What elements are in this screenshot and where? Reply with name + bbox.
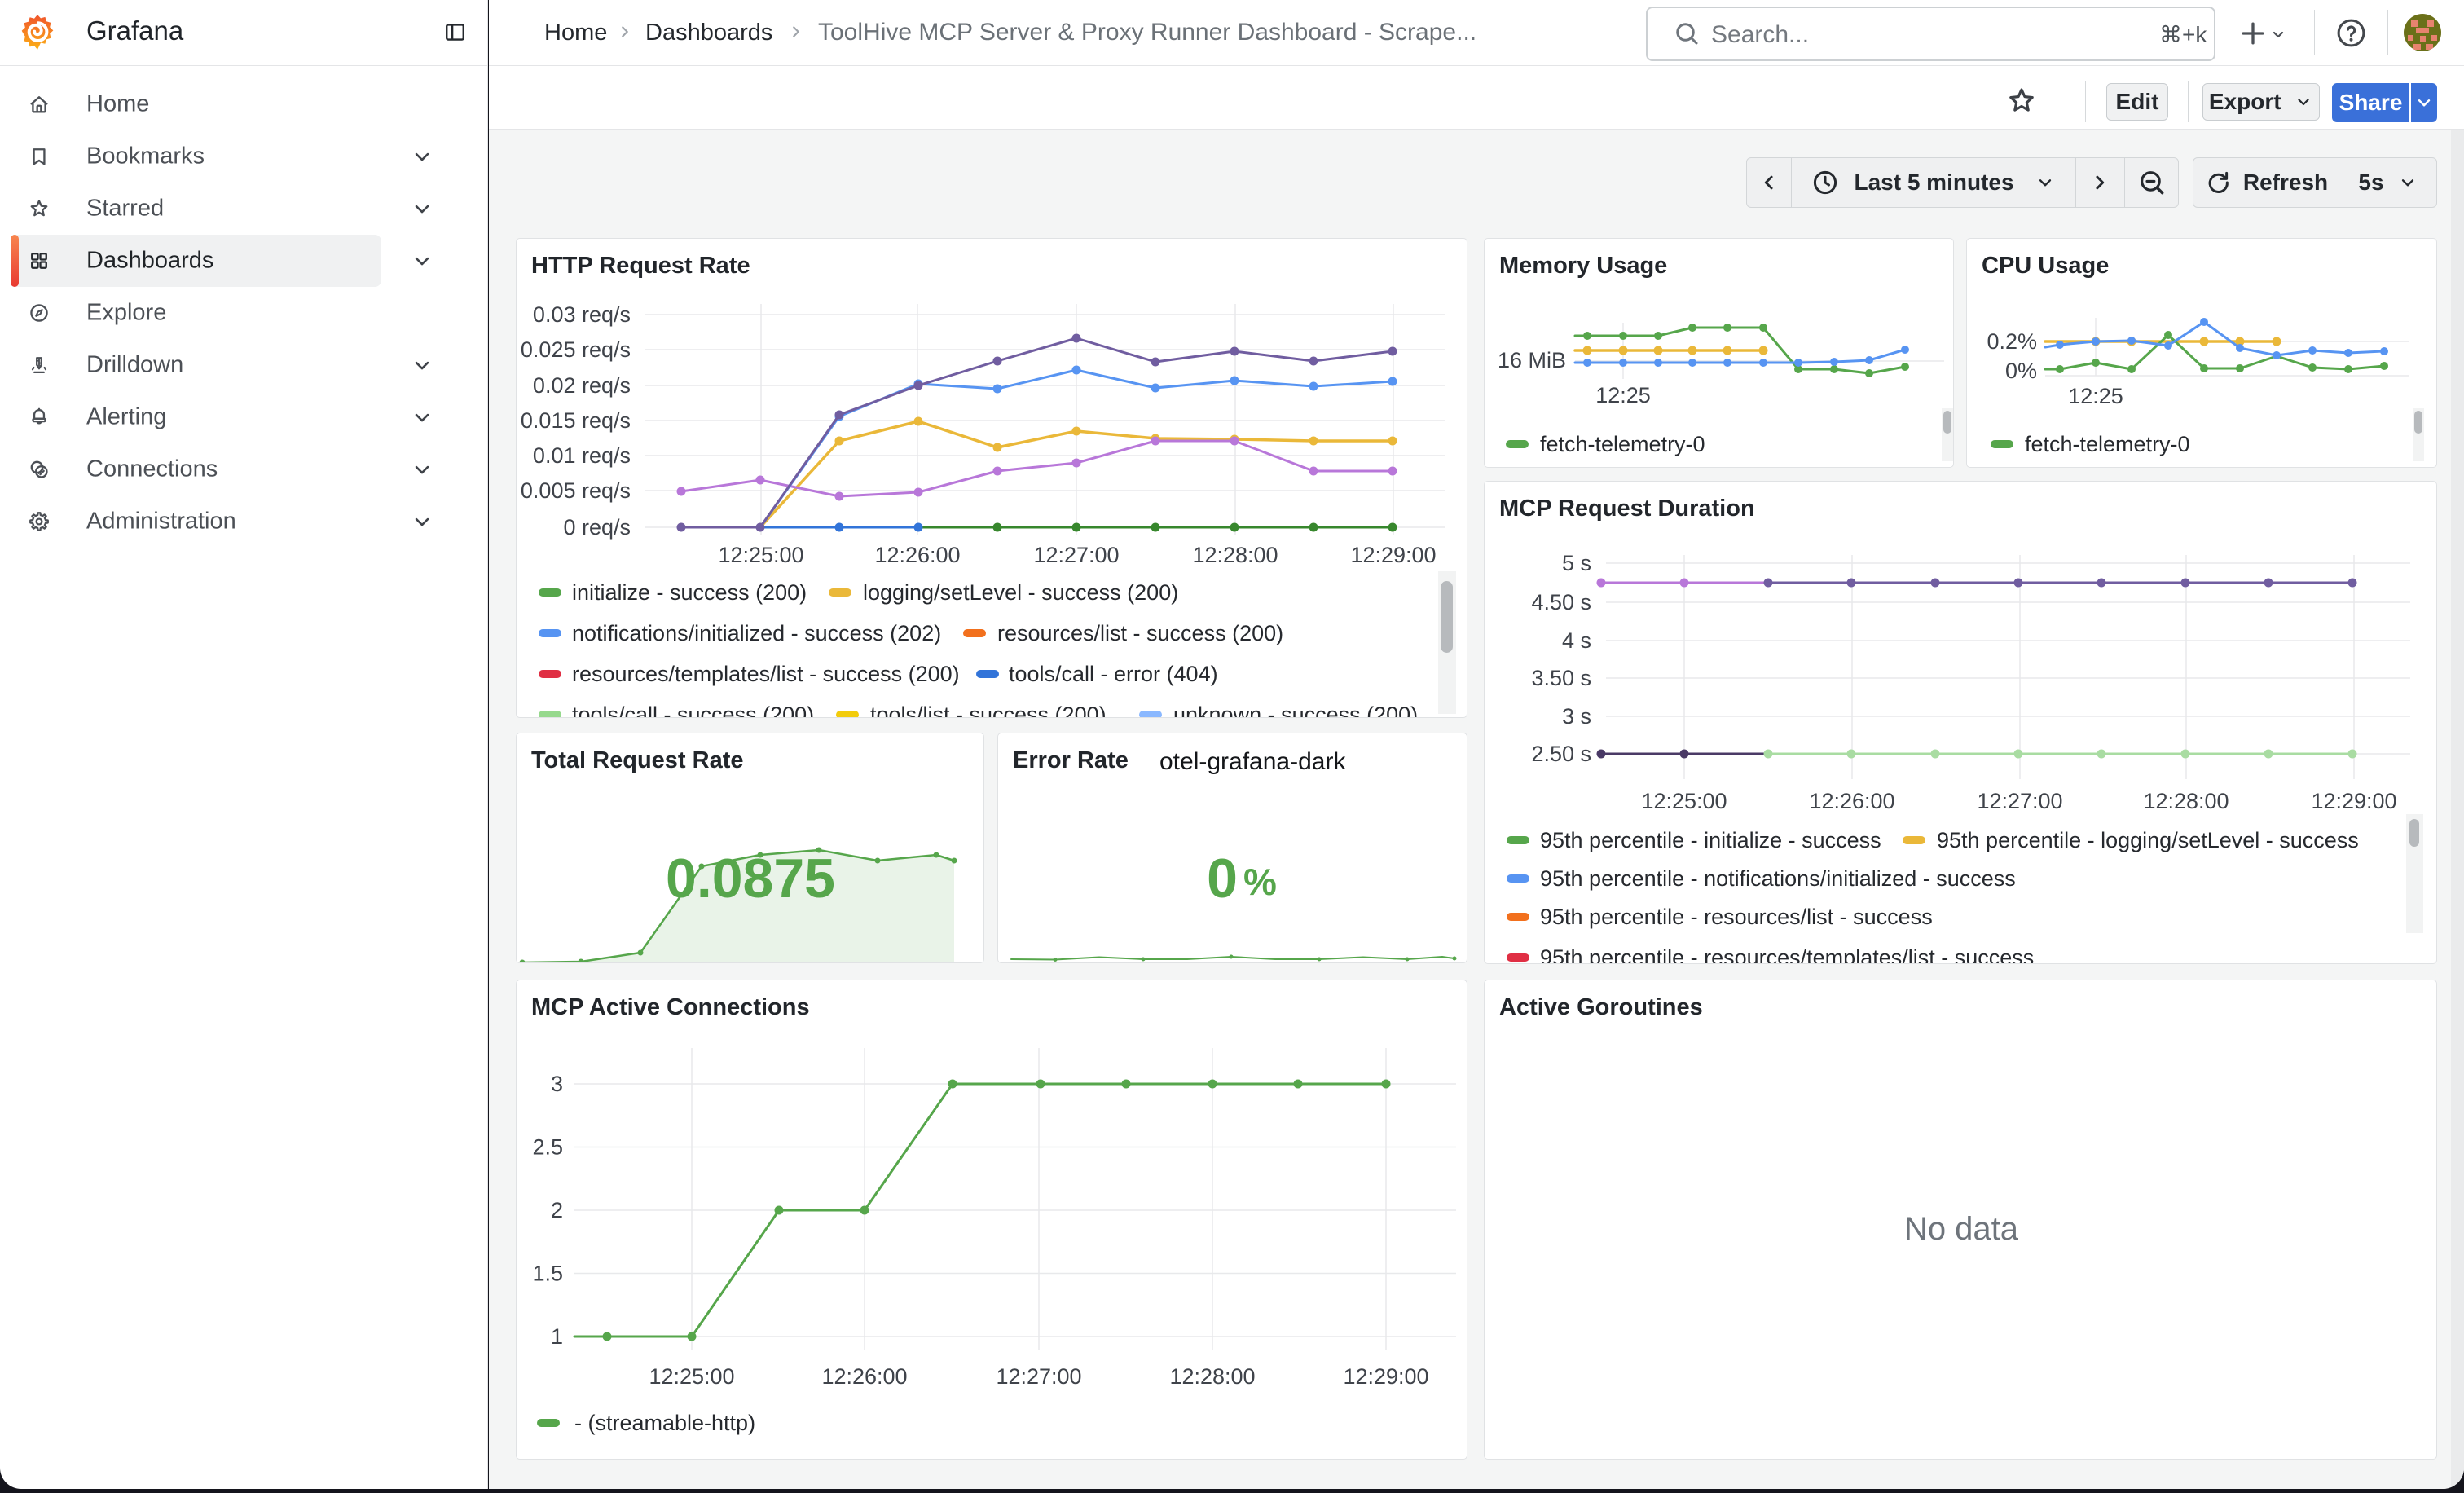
- svg-text:12:25:00: 12:25:00: [1641, 789, 1727, 813]
- svg-text:95th percentile - resources/te: 95th percentile - resources/templates/li…: [1540, 945, 2034, 963]
- svg-text:12:29:00: 12:29:00: [2311, 789, 2396, 813]
- svg-text:tools/list - success (200): tools/list - success (200): [870, 702, 1107, 717]
- svg-text:1: 1: [551, 1324, 563, 1349]
- svg-text:0.03 req/s: 0.03 req/s: [533, 302, 631, 327]
- svg-text:0.01 req/s: 0.01 req/s: [533, 443, 631, 468]
- svg-text:0: 0: [1207, 848, 1238, 909]
- svg-text:logging/setLevel - success (20: logging/setLevel - success (200): [863, 580, 1178, 605]
- svg-text:95th percentile - initialize -: 95th percentile - initialize - success: [1540, 828, 1881, 852]
- svg-text:95th percentile - notification: 95th percentile - notifications/initiali…: [1540, 866, 2016, 891]
- svg-text:5 s: 5 s: [1562, 551, 1591, 575]
- svg-text:0.015 req/s: 0.015 req/s: [521, 408, 631, 433]
- svg-text:12:28:00: 12:28:00: [1192, 543, 1278, 567]
- svg-text:3: 3: [551, 1072, 563, 1096]
- svg-text:notifications/initialized - su: notifications/initialized - success (202…: [572, 621, 941, 645]
- svg-text:4 s: 4 s: [1562, 628, 1591, 653]
- svg-text:resources/templates/list - suc: resources/templates/list - success (200): [572, 662, 960, 686]
- svg-text:12:26:00: 12:26:00: [1809, 789, 1894, 813]
- svg-text:0%: 0%: [2005, 359, 2037, 383]
- svg-text:12:25: 12:25: [2068, 384, 2123, 408]
- svg-text:12:25:00: 12:25:00: [649, 1364, 734, 1389]
- svg-text:0.2%: 0.2%: [1987, 329, 2037, 354]
- svg-text:12:28:00: 12:28:00: [2143, 789, 2229, 813]
- svg-text:12:29:00: 12:29:00: [1350, 543, 1436, 567]
- svg-text:16 MiB: 16 MiB: [1498, 348, 1566, 372]
- svg-text:2: 2: [551, 1198, 563, 1222]
- svg-text:4.50 s: 4.50 s: [1531, 590, 1591, 614]
- svg-text:12:27:00: 12:27:00: [1977, 789, 2062, 813]
- svg-text:%: %: [1243, 861, 1277, 903]
- svg-text:- (streamable-http): - (streamable-http): [574, 1411, 755, 1435]
- svg-text:1.5: 1.5: [532, 1262, 563, 1286]
- svg-text:2.5: 2.5: [532, 1135, 563, 1160]
- svg-text:0.025 req/s: 0.025 req/s: [521, 337, 631, 362]
- svg-text:No data: No data: [1904, 1211, 2019, 1247]
- svg-text:12:27:00: 12:27:00: [1033, 543, 1119, 567]
- svg-text:tools/call - success (200): tools/call - success (200): [572, 702, 814, 717]
- svg-text:0 req/s: 0 req/s: [563, 515, 631, 540]
- svg-text:12:27:00: 12:27:00: [996, 1364, 1081, 1389]
- svg-text:12:25:00: 12:25:00: [718, 543, 803, 567]
- svg-text:fetch-telemetry-0: fetch-telemetry-0: [2025, 432, 2190, 456]
- svg-text:12:25: 12:25: [1595, 383, 1651, 407]
- svg-text:12:29:00: 12:29:00: [1343, 1364, 1428, 1389]
- svg-text:fetch-telemetry-0: fetch-telemetry-0: [1540, 432, 1705, 456]
- svg-text:unknown - success (200): unknown - success (200): [1173, 702, 1418, 717]
- svg-text:12:28:00: 12:28:00: [1169, 1364, 1255, 1389]
- svg-text:12:26:00: 12:26:00: [821, 1364, 907, 1389]
- svg-text:initialize - success (200): initialize - success (200): [572, 580, 807, 605]
- svg-text:2.50 s: 2.50 s: [1531, 742, 1591, 766]
- svg-text:3.50 s: 3.50 s: [1531, 666, 1591, 690]
- svg-text:95th percentile - logging/setL: 95th percentile - logging/setLevel - suc…: [1937, 828, 2359, 852]
- svg-text:otel-grafana-dark: otel-grafana-dark: [1159, 748, 1346, 775]
- svg-text:0.005 req/s: 0.005 req/s: [521, 478, 631, 503]
- svg-text:12:26:00: 12:26:00: [874, 543, 960, 567]
- svg-text:95th percentile - resources/li: 95th percentile - resources/list - succe…: [1540, 905, 1933, 929]
- svg-text:0.02 req/s: 0.02 req/s: [533, 373, 631, 398]
- svg-text:0.0875: 0.0875: [666, 848, 835, 909]
- svg-text:3 s: 3 s: [1562, 704, 1591, 729]
- svg-text:tools/call - error (404): tools/call - error (404): [1009, 662, 1218, 686]
- svg-text:resources/list - success (200): resources/list - success (200): [997, 621, 1283, 645]
